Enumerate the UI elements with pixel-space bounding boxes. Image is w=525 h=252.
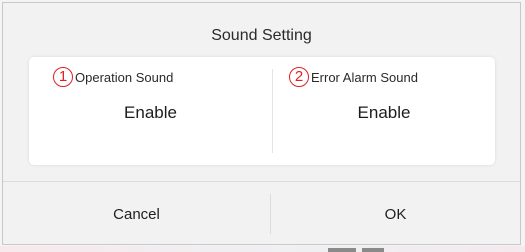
error-alarm-sound-value: Enable [357, 103, 411, 122]
cancel-button[interactable]: Cancel [3, 182, 270, 246]
option-header: 1 Operation Sound [53, 67, 173, 87]
sound-setting-dialog: Sound Setting 1 Operation Sound Enable 2… [2, 2, 521, 245]
option-header: 2 Error Alarm Sound [289, 67, 418, 87]
operation-sound-option[interactable]: 1 Operation Sound Enable [29, 57, 272, 165]
dialog-title: Sound Setting [211, 27, 312, 44]
background-fragment [362, 248, 384, 252]
operation-sound-label: Operation Sound [75, 69, 174, 85]
settings-card: 1 Operation Sound Enable 2 Error Alarm S… [29, 57, 495, 165]
background-screen-strip [0, 246, 525, 252]
error-alarm-sound-label: Error Alarm Sound [311, 69, 418, 85]
error-alarm-sound-option[interactable]: 2 Error Alarm Sound Enable [273, 57, 495, 165]
background-fragment [328, 248, 356, 252]
number-one-icon: 1 [53, 67, 73, 87]
operation-sound-value: Enable [124, 103, 177, 122]
dialog-footer: Cancel OK [3, 181, 520, 246]
ok-button[interactable]: OK [271, 182, 520, 246]
number-two-icon: 2 [289, 67, 309, 87]
